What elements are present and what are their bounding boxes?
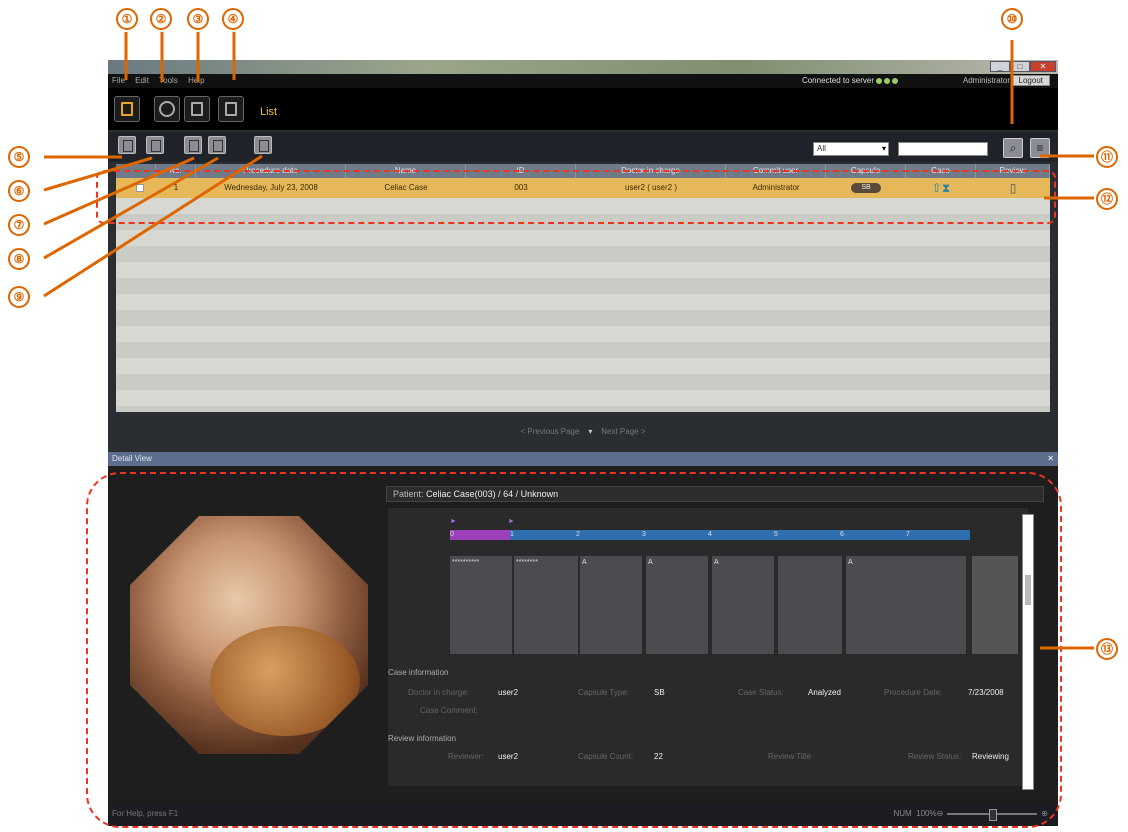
- callout-lines: [43, 32, 1094, 650]
- callout-7: ⑦: [8, 214, 30, 236]
- leader-line-8: [43, 156, 219, 260]
- callout-11: ⑪: [1096, 146, 1118, 168]
- callout-3: ③: [187, 8, 209, 30]
- callout-8: ⑧: [8, 248, 30, 270]
- callout-10: ⑩: [1001, 8, 1023, 30]
- callout-2: ②: [150, 8, 172, 30]
- callout-12: ⑫: [1096, 188, 1118, 210]
- callout-6: ⑥: [8, 180, 30, 202]
- callout-5: ⑤: [8, 146, 30, 168]
- callout-9: ⑨: [8, 286, 30, 308]
- callout-1: ①: [116, 8, 138, 30]
- callout-13: ⑬: [1096, 638, 1118, 660]
- callout-4: ④: [222, 8, 244, 30]
